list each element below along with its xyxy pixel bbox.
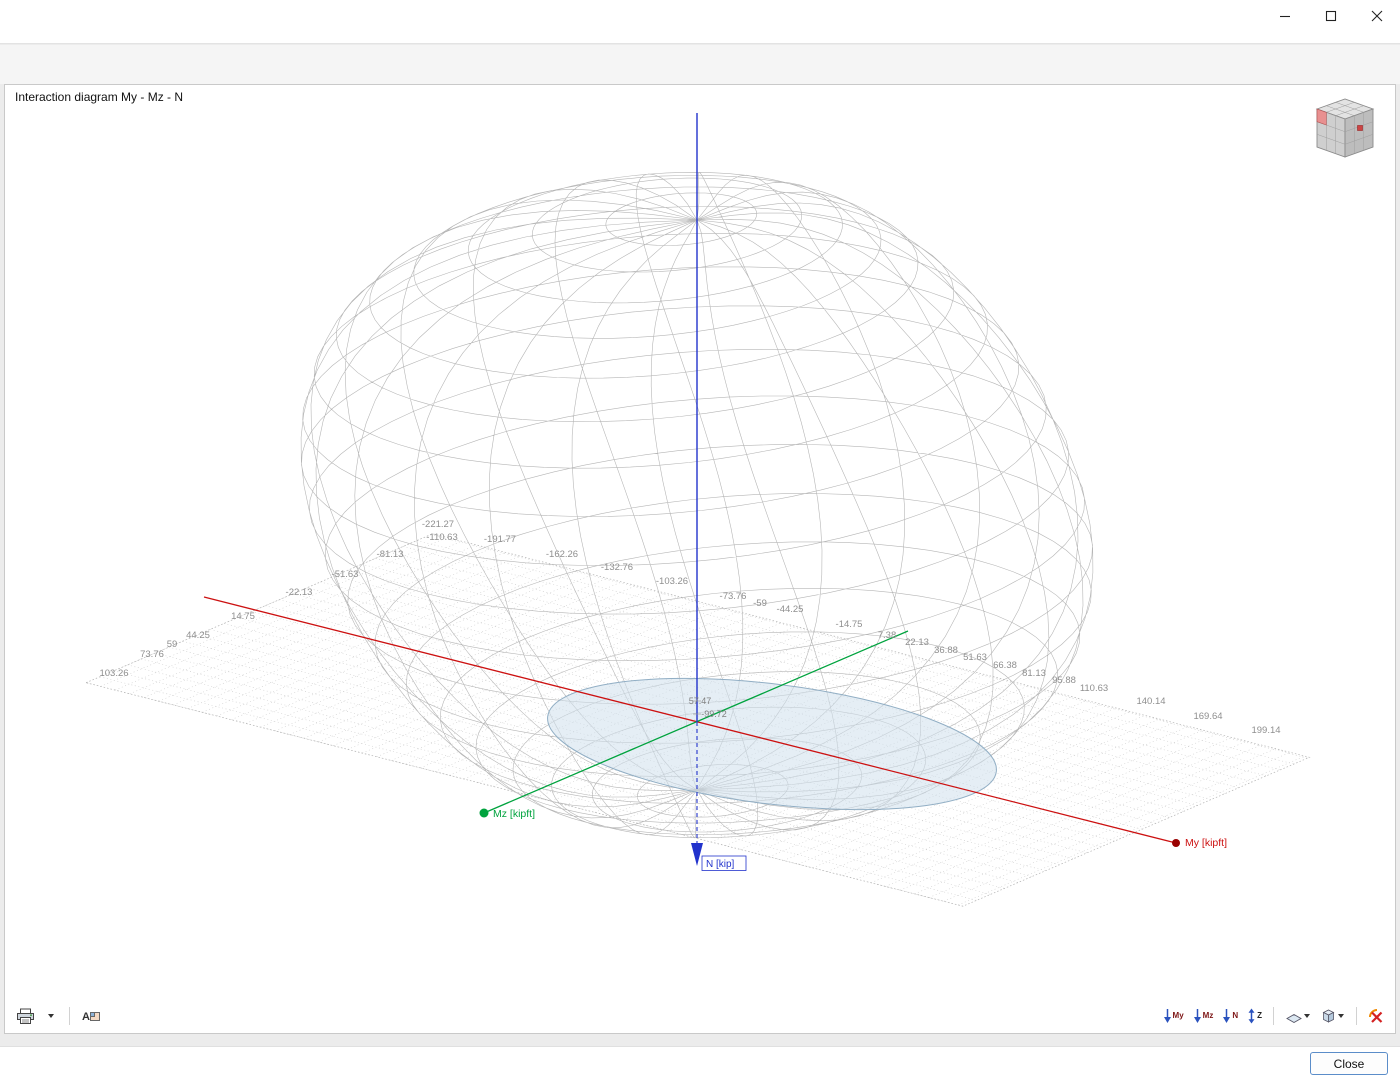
window-controls [1270, 2, 1392, 29]
display-settings-icon: A [81, 1008, 101, 1024]
navigation-cube-body [1317, 99, 1373, 157]
bottom-right-toolbar: My Mz N Z [1160, 1005, 1387, 1027]
axis-tick-label: 14.75 [231, 611, 255, 622]
caret-down-icon [47, 1013, 55, 1019]
axis-tick-label: -44.25 [777, 604, 804, 615]
view-along-z-button[interactable]: Z [1244, 1005, 1265, 1027]
axis-tick-label: 22.13 [905, 637, 929, 648]
axis-tick-label: -162.26 [546, 549, 578, 560]
axis-tick-label: 73.76 [140, 649, 164, 660]
view-along-my-button[interactable]: My [1160, 1005, 1187, 1027]
close-view-button[interactable] [1365, 1005, 1387, 1027]
printer-icon [16, 1008, 35, 1025]
plane-view-icon [1285, 1008, 1303, 1024]
axis-tick-label: 199.14 [1251, 725, 1280, 736]
caret-down-icon [1303, 1013, 1311, 1019]
n-axis-arrow [691, 843, 703, 866]
axis-tick-label: 169.64 [1193, 711, 1222, 722]
view-button-label: Z [1257, 1012, 1262, 1020]
axis-tick-label: -81.13 [377, 549, 404, 560]
toolbar-divider [1273, 1007, 1274, 1025]
axis-tick-label: 7.38 [878, 630, 897, 641]
view-button-label: N [1232, 1012, 1238, 1020]
close-button[interactable]: Close [1310, 1052, 1388, 1075]
n-axis-label: N [kip] [706, 859, 735, 870]
mz-axis-dot [480, 809, 489, 818]
minimize-icon [1279, 10, 1291, 22]
axis-tick-label: 36.88 [934, 645, 958, 656]
view-3d-button[interactable] [1317, 1005, 1348, 1027]
axis-tick-label: -191.77 [484, 534, 516, 545]
arrow-down-icon [1222, 1008, 1231, 1024]
arrow-up-down-icon [1247, 1008, 1256, 1024]
minimize-button[interactable] [1270, 2, 1300, 29]
axis-tick-label: -73.76 [720, 591, 747, 602]
axis-tick-label: 51.63 [963, 652, 987, 663]
navigation-cube[interactable] [1309, 95, 1381, 167]
caret-down-icon [1337, 1013, 1345, 1019]
diagram-title: Interaction diagram My - Mz - N [15, 90, 183, 104]
section-ellipse [540, 657, 1003, 831]
axis-tick-label: -110.63 [426, 532, 458, 543]
n-axis-tick-label: -99.72 [701, 709, 727, 719]
axis-tick-label: -22.13 [286, 587, 313, 598]
axis-tick-label: 103.26 [99, 668, 128, 679]
axis-tick-label: 59 [167, 639, 178, 650]
toolbar-divider [1356, 1007, 1357, 1025]
maximize-button[interactable] [1316, 2, 1346, 29]
interaction-diagram-canvas[interactable]: -221.27 -110.63 -191.77 -162.26 -132.76 -103.… [5, 85, 1395, 1033]
axis-tick-label: 140.14 [1136, 696, 1165, 707]
axis-tick-label: -51.63 [332, 569, 359, 580]
axis-tick-label: -103.26 [656, 576, 688, 587]
maximize-icon [1325, 10, 1337, 22]
axis-tick-label: -221.27 [422, 519, 454, 530]
axis-tick-label: -14.75 [836, 619, 863, 630]
close-icon [1371, 10, 1383, 22]
bottom-left-toolbar: A [13, 1005, 104, 1027]
axis-tick-label: 110.63 [1080, 683, 1108, 694]
diagram-panel: -221.27 -110.63 -191.77 -162.26 -132.76 -103.… [4, 84, 1396, 1034]
view-along-mz-button[interactable]: Mz [1190, 1005, 1217, 1027]
my-axis-label: My [kipft] [1185, 837, 1227, 849]
axis-tick-label: 95.88 [1052, 675, 1076, 686]
display-settings-button[interactable]: A [78, 1005, 104, 1027]
arrow-down-icon [1163, 1008, 1172, 1024]
view-along-n-button[interactable]: N [1219, 1005, 1241, 1027]
axis-tick-label: 66.38 [993, 660, 1017, 671]
titlebar [0, 0, 1400, 44]
view-button-label: My [1173, 1012, 1184, 1020]
cube-view-icon [1320, 1008, 1337, 1024]
arrow-down-icon [1193, 1008, 1202, 1024]
close-window-button[interactable] [1362, 2, 1392, 29]
mz-axis-label: Mz [kipft] [493, 808, 535, 820]
my-axis-arrow [1172, 839, 1180, 847]
view-button-label: Mz [1203, 1012, 1214, 1020]
axis-tick-label: -132.76 [601, 562, 633, 573]
view-plane-button[interactable] [1282, 1005, 1314, 1027]
axis-tick-label: 81.13 [1022, 668, 1046, 679]
axis-tick-label: -59 [753, 598, 767, 609]
print-button[interactable] [13, 1005, 38, 1027]
toolbar-strip [0, 45, 1400, 84]
navigation-cube-marker [1358, 126, 1363, 131]
red-x-icon [1368, 1008, 1384, 1024]
axis-tick-label: 44.25 [186, 630, 210, 641]
dialog-footer: Close [0, 1046, 1400, 1080]
svg-text:A: A [82, 1011, 90, 1023]
toolbar-divider [69, 1007, 70, 1025]
print-options-caret[interactable] [41, 1005, 61, 1027]
